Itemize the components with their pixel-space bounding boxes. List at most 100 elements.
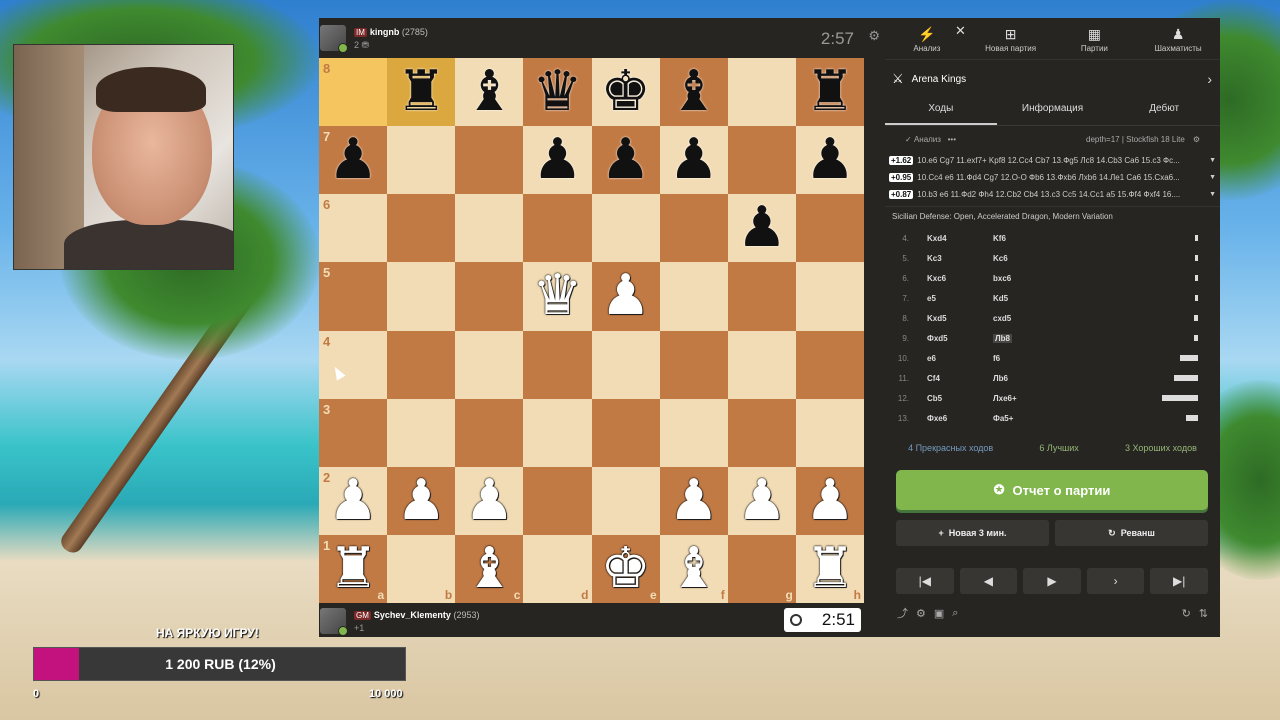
game-report-button[interactable]: ✪ Отчет о партии	[896, 470, 1208, 510]
square-d6[interactable]	[523, 194, 592, 263]
square-h6[interactable]	[795, 194, 864, 263]
square-f3[interactable]	[659, 398, 728, 467]
white-pawn-icon[interactable]: ♟	[805, 472, 855, 529]
square-d8[interactable]: ♛	[523, 58, 592, 127]
square-a8[interactable]: 8	[319, 58, 388, 127]
black-move[interactable]: Kd5	[993, 294, 1053, 303]
square-e5[interactable]: ♟	[591, 262, 660, 331]
nav-players[interactable]: ♟ Шахматисты	[1136, 18, 1220, 59]
square-h8[interactable]: ♜	[795, 58, 864, 127]
engine-line-moves[interactable]: 10.e6 Cg7 11.exf7+ Kpf8 12.Cc4 Cb7 13.Фg…	[917, 156, 1180, 165]
white-bishop-icon[interactable]: ♝	[464, 540, 514, 597]
white-move[interactable]: e5	[927, 294, 993, 303]
square-d4[interactable]	[523, 330, 592, 399]
white-king-icon[interactable]: ♚	[600, 540, 650, 597]
square-b6[interactable]	[387, 194, 456, 263]
square-f6[interactable]	[659, 194, 728, 263]
square-e8[interactable]: ♚	[591, 58, 660, 127]
square-c5[interactable]	[455, 262, 524, 331]
square-c4[interactable]	[455, 330, 524, 399]
engine-line-moves[interactable]: 10.Cc4 e6 11.Фd4 Cg7 12.O-O Фb6 13.Фxb6 …	[917, 173, 1180, 182]
avatar[interactable]	[320, 25, 348, 53]
white-move[interactable]: Фxe6	[927, 414, 993, 423]
first-move-button[interactable]: |◀	[896, 568, 954, 594]
white-pawn-icon[interactable]: ♟	[464, 472, 514, 529]
square-e7[interactable]: ♟	[591, 126, 660, 195]
black-pawn-icon[interactable]: ♟	[737, 200, 787, 256]
play-button[interactable]: ▶	[1023, 568, 1081, 594]
black-pawn-icon[interactable]: ♟	[669, 132, 719, 188]
square-f1[interactable]: f ♝	[659, 534, 728, 603]
refresh-icon[interactable]: ↻	[1182, 607, 1191, 620]
chevron-down-icon[interactable]: ▼	[1205, 157, 1216, 164]
summary-good[interactable]: 3 Хороших ходов	[1125, 443, 1197, 453]
square-a5[interactable]: 5	[319, 262, 388, 331]
square-g7[interactable]	[727, 126, 796, 195]
engine-line[interactable]: +1.62 10.e6 Cg7 11.exf7+ Kpf8 12.Cc4 Cb7 …	[885, 152, 1220, 169]
summary-brilliant[interactable]: 4 Прекрасных ходов	[908, 443, 993, 453]
square-c6[interactable]	[455, 194, 524, 263]
white-pawn-icon[interactable]: ♟	[737, 472, 787, 529]
player-name[interactable]: Sychev_Klementy	[374, 610, 451, 620]
square-b2[interactable]: ♟	[387, 466, 456, 535]
chevron-down-icon[interactable]: ▼	[1205, 191, 1216, 198]
summary-best[interactable]: 6 Лучших	[1039, 443, 1078, 453]
square-b8[interactable]: ♜	[387, 58, 456, 127]
square-f2[interactable]: ♟	[659, 466, 728, 535]
player-name[interactable]: kingnb	[370, 27, 400, 37]
square-f8[interactable]: ♝	[659, 58, 728, 127]
tab-info[interactable]: Информация	[997, 98, 1109, 125]
black-pawn-icon[interactable]: ♟	[532, 132, 582, 188]
white-move[interactable]: Cf4	[927, 374, 993, 383]
black-rook-icon[interactable]: ♜	[396, 64, 446, 120]
square-c1[interactable]: c ♝	[455, 534, 524, 603]
black-move[interactable]: Лxe6+	[993, 394, 1053, 403]
square-a1[interactable]: 1 a ♜	[319, 534, 388, 603]
square-g6[interactable]: ♟	[727, 194, 796, 263]
engine-line[interactable]: +0.87 10.b3 e6 11.Фd2 Фh4 12.Cb2 Cb4 13.c…	[885, 186, 1220, 203]
black-move[interactable]: Фa5+	[993, 414, 1053, 423]
white-move[interactable]: Kxc6	[927, 274, 993, 283]
black-move[interactable]: f6	[993, 354, 1053, 363]
white-queen-icon[interactable]: ♛	[532, 268, 582, 324]
white-pawn-icon[interactable]: ♟	[669, 472, 719, 529]
flip-board-icon[interactable]: ⇅	[1199, 607, 1208, 620]
gear-icon[interactable]: ⚙	[1193, 135, 1200, 144]
share-icon[interactable]: ⤴	[897, 605, 908, 621]
square-f4[interactable]	[659, 330, 728, 399]
close-icon[interactable]: ✕	[955, 23, 966, 39]
square-d1[interactable]: d	[523, 534, 592, 603]
square-f7[interactable]: ♟	[659, 126, 728, 195]
white-move[interactable]: Kc3	[927, 254, 993, 263]
square-h3[interactable]	[795, 398, 864, 467]
square-a4[interactable]: 4	[319, 330, 388, 399]
black-move[interactable]: cxd5	[993, 314, 1053, 323]
square-a6[interactable]: 6	[319, 194, 388, 263]
square-d5[interactable]: ♛	[523, 262, 592, 331]
black-queen-icon[interactable]: ♛	[532, 64, 582, 120]
white-rook-icon[interactable]: ♜	[805, 540, 855, 597]
engine-line[interactable]: +0.95 10.Cc4 e6 11.Фd4 Cg7 12.O-O Фb6 13.…	[885, 169, 1220, 186]
black-rook-icon[interactable]: ♜	[805, 64, 855, 120]
square-c2[interactable]: ♟	[455, 466, 524, 535]
search-icon[interactable]: ⌕	[952, 607, 958, 620]
avatar[interactable]	[320, 608, 348, 636]
white-move[interactable]: Kxd5	[927, 314, 993, 323]
square-c8[interactable]: ♝	[455, 58, 524, 127]
square-h4[interactable]	[795, 330, 864, 399]
square-h1[interactable]: h ♜	[795, 534, 864, 603]
square-b4[interactable]	[387, 330, 456, 399]
square-h2[interactable]: ♟	[795, 466, 864, 535]
square-b7[interactable]	[387, 126, 456, 195]
image-icon[interactable]: ▣	[934, 607, 944, 620]
nav-new-game[interactable]: ⊞ Новая партия	[969, 18, 1053, 59]
tab-opening[interactable]: Дебют	[1108, 98, 1220, 125]
move-list[interactable]: 4. Kxd4 Kf6 5. Kc3 Kc6 6. Kxc6 bxc6 7. e5 Kd5 8. Kxd5…	[885, 226, 1220, 426]
white-rook-icon[interactable]: ♜	[328, 540, 378, 597]
white-move[interactable]: Kxd4	[927, 234, 993, 243]
next-move-button[interactable]: ›	[1086, 568, 1145, 594]
square-g5[interactable]	[727, 262, 796, 331]
black-pawn-icon[interactable]: ♟	[600, 132, 650, 188]
square-g1[interactable]: g	[727, 534, 796, 603]
white-pawn-icon[interactable]: ♟	[328, 472, 378, 529]
